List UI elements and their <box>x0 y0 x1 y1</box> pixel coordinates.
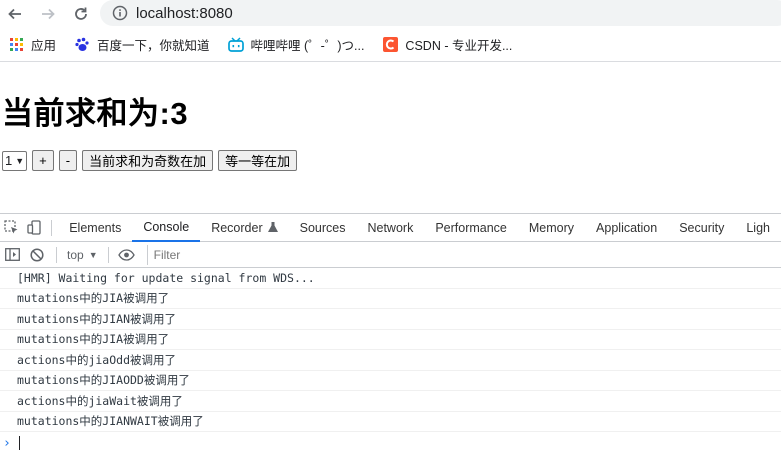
divider <box>56 246 57 263</box>
divider <box>51 219 53 236</box>
apps-grid-icon <box>8 37 24 53</box>
devtools-tab-bar: Elements Console Recorder Sources Networ… <box>0 214 781 242</box>
controls-row: 1 ▼ + - 当前求和为奇数在加 等一等在加 <box>2 150 302 171</box>
address-bar[interactable]: localhost:8080 <box>100 0 781 26</box>
bookmark-csdn[interactable]: CSDN - 专业开发... <box>382 35 512 54</box>
chevron-down-icon: ▼ <box>15 155 25 166</box>
console-prompt[interactable]: › <box>0 432 781 454</box>
bookmark-label: 应用 <box>31 39 57 53</box>
bookmark-label: 百度一下，你就知道 <box>97 39 210 53</box>
decrement-button[interactable]: - <box>58 150 78 171</box>
csdn-logo-icon <box>382 37 398 53</box>
bookmarks-bar: 应用 百度一下，你就知道 哔哩哔哩 (゜-゜)つ... CSDN - 专业开发.… <box>0 28 781 62</box>
live-expression-button[interactable] <box>113 241 141 269</box>
info-icon[interactable] <box>112 5 128 21</box>
console-toolbar: top ▼ Filter <box>0 242 781 268</box>
tab-console[interactable]: Console <box>132 214 201 242</box>
filter-placeholder: Filter <box>153 247 181 262</box>
reload-icon <box>75 7 87 20</box>
bookmark-baidu[interactable]: 百度一下，你就知道 <box>74 35 210 54</box>
device-icon <box>26 220 41 235</box>
console-line: mutations中的JIA被调用了 <box>0 289 781 309</box>
bilibili-tv-icon <box>227 37 244 53</box>
devtools-panel: Elements Console Recorder Sources Networ… <box>0 213 781 465</box>
console-line: actions中的jiaOdd被调用了 <box>0 350 781 371</box>
console-output: [HMR] Waiting for update signal from WDS… <box>0 268 781 454</box>
tab-performance[interactable]: Performance <box>424 214 518 242</box>
console-line: actions中的jiaWait被调用了 <box>0 391 781 412</box>
tab-sources[interactable]: Sources <box>289 214 357 242</box>
eye-icon <box>118 248 135 261</box>
tab-memory[interactable]: Memory <box>518 214 585 242</box>
flask-icon <box>267 222 278 232</box>
add-after-wait-button[interactable]: 等一等在加 <box>218 150 298 171</box>
filter-input[interactable]: Filter <box>146 244 781 265</box>
bookmark-label: 哔哩哔哩 (゜-゜)つ... <box>250 39 365 53</box>
arrow-left-icon <box>8 8 21 20</box>
tab-lighthouse[interactable]: Ligh <box>735 214 781 242</box>
console-line: mutations中的JIAN被调用了 <box>0 309 781 330</box>
sidebar-toggle-button[interactable] <box>2 241 22 269</box>
forward-button[interactable] <box>36 2 60 26</box>
page-content: 当前求和为:3 1 ▼ + - 当前求和为奇数在加 等一等在加 <box>0 63 781 213</box>
inspect-cursor-icon <box>4 220 18 234</box>
tab-label: Recorder <box>211 220 263 235</box>
context-select[interactable]: top ▼ <box>61 248 104 262</box>
arrow-right-icon <box>42 8 55 20</box>
sidebar-panel-icon <box>4 248 20 261</box>
tab-security[interactable]: Security <box>668 214 735 242</box>
tab-network[interactable]: Network <box>356 214 424 242</box>
divider <box>107 246 109 263</box>
url-text: localhost:8080 <box>136 4 233 22</box>
back-button[interactable] <box>3 2 27 26</box>
context-label: top <box>67 247 84 262</box>
tab-application[interactable]: Application <box>585 214 668 242</box>
number-select[interactable]: 1 ▼ <box>2 150 28 171</box>
console-line: mutations中的JIA被调用了 <box>0 330 781 350</box>
dropdown-triangle-icon: ▼ <box>88 249 98 260</box>
block-icon <box>30 247 44 262</box>
console-line: mutations中的JIANWAIT被调用了 <box>0 412 781 432</box>
browser-toolbar: localhost:8080 <box>0 0 781 28</box>
baidu-paw-icon <box>74 37 90 53</box>
prompt-chevron-icon: › <box>3 435 11 451</box>
console-line: mutations中的JIAODD被调用了 <box>0 371 781 391</box>
clear-console-button[interactable] <box>22 241 52 269</box>
inspect-element-button[interactable] <box>0 214 23 242</box>
tab-recorder[interactable]: Recorder <box>200 214 288 242</box>
increment-button[interactable]: + <box>32 150 54 171</box>
add-if-odd-button[interactable]: 当前求和为奇数在加 <box>82 150 214 171</box>
text-caret <box>18 436 20 450</box>
console-line: [HMR] Waiting for update signal from WDS… <box>0 268 781 289</box>
bookmark-label: CSDN - 专业开发... <box>405 39 513 53</box>
bookmark-apps[interactable]: 应用 <box>8 35 56 54</box>
tab-elements[interactable]: Elements <box>58 214 132 242</box>
device-toolbar-button[interactable] <box>23 214 46 242</box>
reload-button[interactable] <box>69 2 93 26</box>
bookmark-bilibili[interactable]: 哔哩哔哩 (゜-゜)つ... <box>227 35 365 54</box>
select-value: 1 <box>5 153 13 168</box>
sum-heading: 当前求和为:3 <box>2 96 189 131</box>
